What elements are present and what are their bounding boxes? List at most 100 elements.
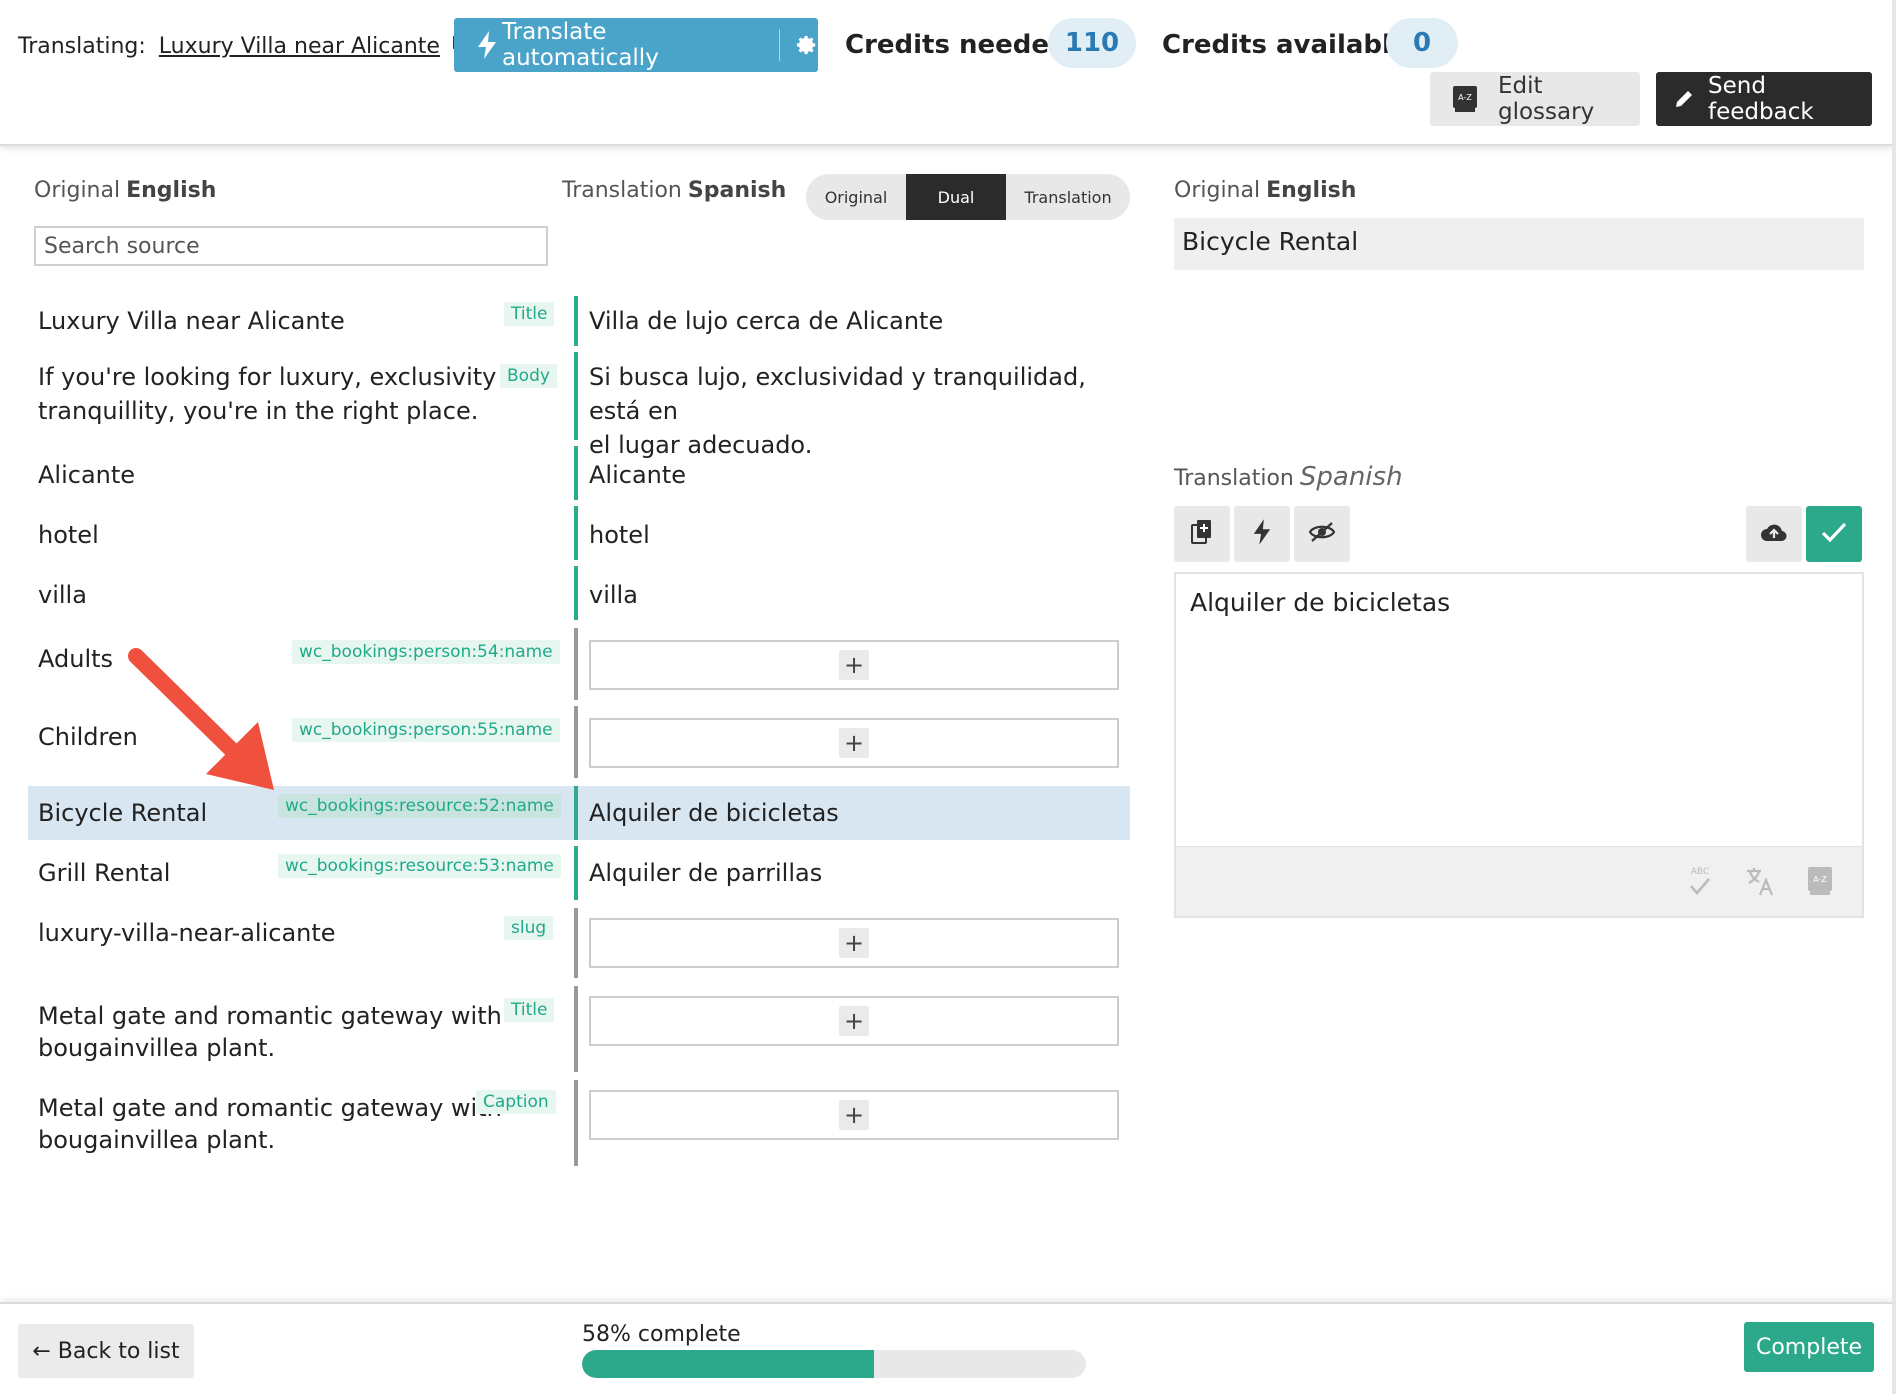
segment-row-selected[interactable]: Bicycle Rental wc_bookings:resource:52:n…	[28, 786, 1130, 840]
confirm-translation-button[interactable]	[1806, 506, 1862, 562]
copy-source-button[interactable]	[1174, 506, 1230, 562]
svg-text:A-Z: A-Z	[1458, 93, 1472, 102]
source-text: hotel	[38, 521, 99, 549]
credits-needed-badge: 110	[1048, 18, 1136, 68]
segment-tag: Title	[504, 998, 555, 1022]
segment-row[interactable]: villa villa	[28, 566, 1130, 620]
plus-icon[interactable]: +	[839, 1006, 869, 1036]
segment-divider	[574, 352, 578, 440]
top-bar: Translating: Luxury Villa near Alicante …	[0, 0, 1892, 146]
plus-icon[interactable]: +	[839, 1100, 869, 1130]
translation-editor-text[interactable]: Alquiler de bicicletas	[1190, 588, 1450, 617]
translating-label: Translating:	[18, 34, 146, 59]
hide-original-button[interactable]	[1294, 506, 1350, 562]
view-translation-option[interactable]: Translation	[1006, 174, 1130, 220]
segment-divider	[574, 908, 578, 978]
spellcheck-icon[interactable]: ABC	[1680, 861, 1720, 901]
save-draft-button[interactable]	[1746, 506, 1802, 562]
credits-needed-label: Credits needed	[845, 30, 1068, 60]
source-text: luxury-villa-near-alicante	[38, 919, 336, 947]
add-translation-box[interactable]: +	[589, 718, 1119, 768]
translation-line: Si busca lujo, exclusividad y tranquilid…	[589, 363, 1086, 425]
add-translation-box[interactable]: +	[589, 996, 1119, 1046]
view-original-option[interactable]: Original	[806, 174, 906, 220]
translate-icon[interactable]	[1740, 861, 1780, 901]
glossary-icon[interactable]: A-Z	[1800, 861, 1840, 901]
source-text: Metal gate and romantic gateway with bou…	[38, 1092, 502, 1156]
segment-divider	[574, 506, 578, 560]
translate-automatically-button[interactable]: Translate automatically	[454, 18, 818, 72]
translation-column-header: Translation Spanish	[562, 178, 786, 203]
segment-tag: Body	[500, 364, 557, 388]
add-translation-box[interactable]: +	[589, 640, 1119, 690]
segment-divider	[574, 446, 578, 500]
segment-tag: wc_bookings:person:55:name	[292, 718, 560, 742]
editor-footer: ABC A-Z	[1176, 846, 1862, 916]
source-line: bougainvillea plant.	[38, 1126, 276, 1154]
translation-text[interactable]: Villa de lujo cerca de Alicante	[589, 304, 943, 338]
segment-divider	[574, 296, 578, 346]
send-feedback-button[interactable]: Send feedback	[1656, 72, 1872, 126]
segment-row[interactable]: Metal gate and romantic gateway with bou…	[28, 986, 1130, 1072]
progress-bar-fill	[582, 1350, 875, 1378]
source-text: Alicante	[38, 461, 136, 489]
translation-text[interactable]: Alquiler de bicicletas	[589, 796, 839, 830]
original-column-header: Original English	[34, 178, 216, 203]
segment-divider	[574, 1080, 578, 1166]
view-mode-toggle: Original Dual Translation	[806, 174, 1130, 220]
source-text: Luxury Villa near Alicante	[38, 307, 345, 335]
translating-link[interactable]: Luxury Villa near Alicante	[159, 34, 440, 59]
window-edge	[1892, 0, 1896, 1394]
translation-editor[interactable]: Alquiler de bicicletas ABC A-Z	[1174, 572, 1864, 918]
cloud-upload-icon	[1759, 521, 1789, 547]
detail-original-header: Original English	[1174, 178, 1356, 203]
segment-row[interactable]: If you're looking for luxury, exclusivit…	[28, 352, 1130, 459]
auto-translate-segment-button[interactable]	[1234, 506, 1290, 562]
translation-text[interactable]: Alicante	[589, 458, 686, 492]
detail-translation-header: Translation Spanish	[1174, 462, 1403, 492]
svg-text:A-Z: A-Z	[1813, 875, 1827, 884]
segment-row[interactable]: Luxury Villa near Alicante Title Villa d…	[28, 296, 1130, 346]
segment-row[interactable]: Adults wc_bookings:person:54:name +	[28, 628, 1130, 700]
segment-row[interactable]: hotel hotel	[28, 506, 1130, 560]
source-text: Grill Rental	[38, 859, 171, 887]
edit-glossary-button[interactable]: A-Z Edit glossary	[1430, 72, 1640, 126]
original-label: Original	[34, 178, 121, 203]
back-to-list-button[interactable]: ← Back to list	[18, 1324, 194, 1378]
plus-icon[interactable]: +	[839, 928, 869, 958]
bottom-bar: ← Back to list 58% complete Complete	[0, 1302, 1892, 1394]
pencil-icon	[1674, 89, 1694, 109]
source-text: Metal gate and romantic gateway with bou…	[38, 1000, 502, 1064]
segment-tag: slug	[504, 916, 554, 940]
segment-tag: wc_bookings:resource:52:name	[278, 794, 561, 818]
view-dual-option[interactable]: Dual	[906, 174, 1006, 220]
translation-text[interactable]: villa	[589, 578, 638, 612]
segment-row[interactable]: Alicante Alicante	[28, 446, 1130, 500]
translation-text[interactable]: Alquiler de parrillas	[589, 856, 822, 890]
detail-translation-language: Spanish	[1299, 462, 1403, 492]
segment-divider	[574, 566, 578, 620]
segment-divider	[574, 628, 578, 700]
translation-language: Spanish	[687, 178, 787, 203]
glossary-icon: A-Z	[1452, 85, 1478, 113]
add-translation-box[interactable]: +	[589, 918, 1119, 968]
segment-row[interactable]: Grill Rental wc_bookings:resource:53:nam…	[28, 846, 1130, 900]
search-source-input[interactable]	[34, 226, 548, 266]
source-text: If you're looking for luxury, exclusivit…	[38, 360, 549, 428]
segment-divider	[574, 846, 578, 900]
source-line: Metal gate and romantic gateway with	[38, 1094, 502, 1122]
complete-button[interactable]: Complete	[1744, 1322, 1874, 1372]
segment-row[interactable]: Metal gate and romantic gateway with bou…	[28, 1080, 1130, 1166]
segment-row[interactable]: luxury-villa-near-alicante slug +	[28, 908, 1130, 978]
checkmark-icon	[1821, 521, 1847, 547]
translation-label: Translation	[562, 178, 682, 203]
segment-row[interactable]: Children wc_bookings:person:55:name +	[28, 706, 1130, 778]
plus-icon[interactable]: +	[839, 728, 869, 758]
segment-tag: wc_bookings:person:54:name	[292, 640, 560, 664]
source-text: Adults	[38, 645, 114, 673]
add-translation-box[interactable]: +	[589, 1090, 1119, 1140]
plus-icon[interactable]: +	[839, 650, 869, 680]
segment-divider	[574, 986, 578, 1072]
translation-text[interactable]: hotel	[589, 518, 650, 552]
gear-icon[interactable]	[796, 34, 818, 56]
